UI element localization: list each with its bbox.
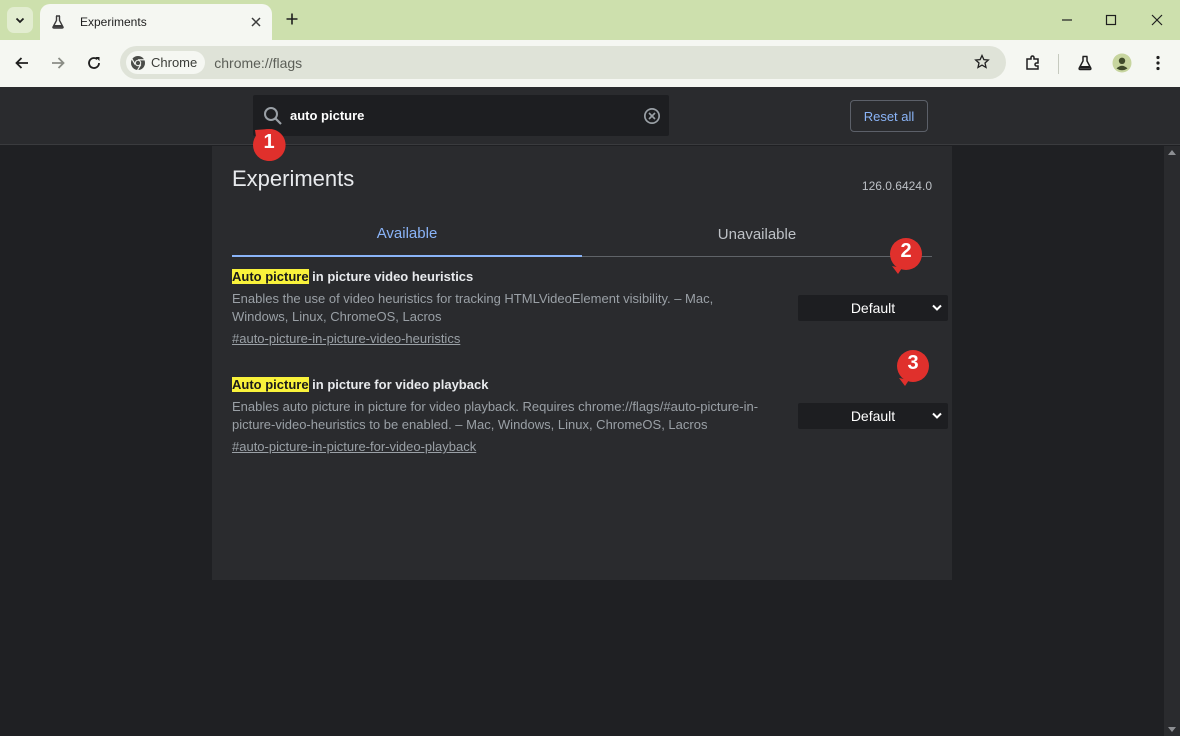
chevron-down-icon — [15, 17, 25, 24]
site-chip[interactable]: Chrome — [126, 51, 206, 74]
callout-number: 3 — [907, 352, 919, 374]
flag-state-select[interactable]: Default — [798, 403, 948, 429]
callout-marker: 3 — [895, 348, 931, 386]
extensions-button[interactable] — [1021, 51, 1045, 75]
browser-tab[interactable]: Experiments — [40, 4, 272, 40]
flag-permalink[interactable]: #auto-picture-in-picture-video-heuristic… — [232, 330, 460, 348]
chevron-down-icon — [932, 304, 942, 311]
flag-description: Enables the use of video heuristics for … — [232, 291, 714, 324]
callout-number: 1 — [263, 131, 275, 153]
labs-button[interactable] — [1073, 51, 1097, 75]
flag-title: Auto picture in picture video heuristics — [232, 268, 932, 286]
callout-marker: 1 — [251, 127, 287, 163]
maximize-icon — [1105, 14, 1117, 26]
reset-all-button[interactable]: Reset all — [850, 100, 928, 132]
callout-marker: 2 — [888, 236, 924, 274]
flag-item: Auto picture in picture for video playba… — [232, 376, 948, 456]
minimize-icon — [1062, 19, 1072, 21]
search-highlight: Auto picture — [232, 377, 309, 392]
new-tab-button[interactable] — [282, 9, 302, 29]
tab-close-icon[interactable] — [246, 12, 266, 32]
scroll-down-icon[interactable] — [1168, 727, 1176, 732]
flag-title: Auto picture in picture for video playba… — [232, 376, 932, 394]
close-icon — [1151, 14, 1163, 26]
close-window-button[interactable] — [1146, 9, 1168, 31]
url-text[interactable]: chrome://flags — [214, 55, 302, 71]
scrollbar[interactable] — [1164, 146, 1180, 736]
site-chip-label: Chrome — [151, 55, 198, 70]
forward-button[interactable] — [46, 51, 70, 75]
browser-toolbar: Chrome chrome://flags — [0, 40, 1180, 87]
menu-button[interactable] — [1146, 51, 1170, 75]
more-vert-icon — [1156, 55, 1160, 71]
flag-title-rest: in picture for video playback — [308, 377, 489, 392]
bookmark-star-icon[interactable] — [972, 52, 992, 72]
search-input[interactable]: auto picture — [253, 95, 669, 136]
plus-icon — [286, 13, 298, 25]
maximize-button[interactable] — [1100, 9, 1122, 31]
select-value: Default — [850, 300, 896, 316]
tab-search-button[interactable] — [7, 7, 33, 33]
select-value: Default — [850, 408, 896, 424]
flag-item: Auto picture in picture video heuristics… — [232, 268, 948, 348]
puzzle-icon — [1026, 55, 1039, 70]
flask-icon — [1078, 55, 1092, 71]
search-highlight: Auto picture — [232, 269, 309, 284]
callout-number: 2 — [900, 240, 912, 262]
tab-unavailable[interactable]: Unavailable — [582, 212, 932, 257]
clear-search-icon[interactable] — [643, 107, 661, 125]
toolbar-divider — [1058, 54, 1059, 74]
experiments-panel: Experiments 126.0.6424.0 Available Unava… — [212, 146, 952, 580]
forward-arrow-icon — [52, 57, 65, 69]
back-button[interactable] — [10, 51, 34, 75]
back-arrow-icon — [15, 57, 28, 69]
search-value[interactable]: auto picture — [290, 108, 364, 123]
version-label: 126.0.6424.0 — [861, 179, 932, 193]
title-bar: Experiments — [0, 0, 1180, 40]
profile-avatar[interactable] — [1110, 51, 1134, 75]
reload-icon — [88, 57, 100, 69]
reload-button[interactable] — [82, 51, 106, 75]
flask-icon — [50, 14, 66, 30]
search-icon — [264, 107, 282, 125]
page-title: Experiments — [232, 166, 355, 191]
scroll-up-icon[interactable] — [1168, 150, 1176, 155]
flags-header: auto picture Reset all — [0, 87, 1180, 145]
flag-state-select[interactable]: Default — [798, 295, 948, 321]
address-bar[interactable]: Chrome chrome://flags — [120, 46, 1006, 79]
flag-description: Enables auto picture in picture for vide… — [232, 399, 759, 432]
flag-permalink[interactable]: #auto-picture-in-picture-for-video-playb… — [232, 438, 476, 456]
chrome-logo-icon — [131, 55, 145, 70]
flag-title-rest: in picture video heuristics — [308, 269, 474, 284]
tab-title: Experiments — [80, 15, 147, 29]
chevron-down-icon — [932, 412, 942, 419]
tab-available[interactable]: Available — [232, 212, 582, 257]
tab-bar: Available Unavailable — [232, 212, 932, 257]
minimize-button[interactable] — [1056, 9, 1078, 31]
avatar-icon — [1112, 53, 1132, 73]
